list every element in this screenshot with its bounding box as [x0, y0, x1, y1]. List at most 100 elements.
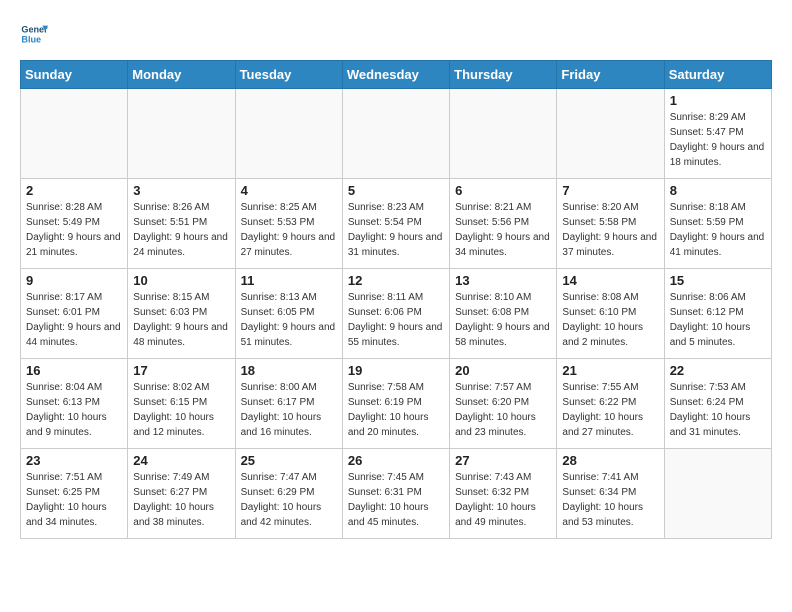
- day-number: 12: [348, 273, 444, 288]
- day-number: 5: [348, 183, 444, 198]
- calendar-cell: [557, 89, 664, 179]
- day-number: 24: [133, 453, 229, 468]
- calendar-cell: 19 Sunrise: 7:58 AM Sunset: 6:19 PM Dayli…: [342, 359, 449, 449]
- calendar-week-3: 9 Sunrise: 8:17 AM Sunset: 6:01 PM Daylig…: [21, 269, 772, 359]
- calendar-cell: 16 Sunrise: 8:04 AM Sunset: 6:13 PM Dayli…: [21, 359, 128, 449]
- calendar-cell: 25Sunrise: 7:47 AM Sunset: 6:29 PM Dayli…: [235, 449, 342, 539]
- day-number: 3: [133, 183, 229, 198]
- calendar-cell: 26 Sunrise: 7:45 AM Sunset: 6:31 PM Dayli…: [342, 449, 449, 539]
- weekday-header-row: SundayMondayTuesdayWednesdayThursdayFrid…: [21, 61, 772, 89]
- calendar-week-2: 2 Sunrise: 8:28 AM Sunset: 5:49 PM Daylig…: [21, 179, 772, 269]
- calendar-week-4: 16 Sunrise: 8:04 AM Sunset: 6:13 PM Dayli…: [21, 359, 772, 449]
- day-number: 18: [241, 363, 337, 378]
- calendar-cell: 10 Sunrise: 8:15 AM Sunset: 6:03 PM Dayli…: [128, 269, 235, 359]
- calendar-cell: 12 Sunrise: 8:11 AM Sunset: 6:06 PM Dayli…: [342, 269, 449, 359]
- day-info: Sunrise: 7:57 AM Sunset: 6:20 PM Dayligh…: [455, 380, 551, 440]
- calendar-cell: 4 Sunrise: 8:25 AM Sunset: 5:53 PM Daylig…: [235, 179, 342, 269]
- svg-text:Blue: Blue: [21, 34, 41, 44]
- calendar-cell: 28 Sunrise: 7:41 AM Sunset: 6:34 PM Dayli…: [557, 449, 664, 539]
- calendar-cell: 18 Sunrise: 8:00 AM Sunset: 6:17 PM Dayli…: [235, 359, 342, 449]
- calendar-cell: [342, 89, 449, 179]
- day-info: Sunrise: 8:11 AM Sunset: 6:06 PM Dayligh…: [348, 290, 444, 350]
- day-number: 11: [241, 273, 337, 288]
- weekday-saturday: Saturday: [664, 61, 771, 89]
- weekday-monday: Monday: [128, 61, 235, 89]
- day-number: 8: [670, 183, 766, 198]
- calendar-cell: [450, 89, 557, 179]
- calendar-cell: 14 Sunrise: 8:08 AM Sunset: 6:10 PM Dayli…: [557, 269, 664, 359]
- day-number: 7: [562, 183, 658, 198]
- day-number: 22: [670, 363, 766, 378]
- weekday-tuesday: Tuesday: [235, 61, 342, 89]
- day-number: 13: [455, 273, 551, 288]
- general-blue-logo: General Blue: [20, 20, 48, 48]
- day-info: Sunrise: 8:08 AM Sunset: 6:10 PM Dayligh…: [562, 290, 658, 350]
- day-info: Sunrise: 7:49 AM Sunset: 6:27 PM Dayligh…: [133, 470, 229, 530]
- day-number: 2: [26, 183, 122, 198]
- calendar-cell: 7 Sunrise: 8:20 AM Sunset: 5:58 PM Daylig…: [557, 179, 664, 269]
- day-number: 21: [562, 363, 658, 378]
- day-info: Sunrise: 8:21 AM Sunset: 5:56 PM Dayligh…: [455, 200, 551, 260]
- calendar-cell: 13Sunrise: 8:10 AM Sunset: 6:08 PM Dayli…: [450, 269, 557, 359]
- day-info: Sunrise: 8:04 AM Sunset: 6:13 PM Dayligh…: [26, 380, 122, 440]
- day-number: 27: [455, 453, 551, 468]
- calendar-cell: 11 Sunrise: 8:13 AM Sunset: 6:05 PM Dayli…: [235, 269, 342, 359]
- day-number: 26: [348, 453, 444, 468]
- day-info: Sunrise: 8:25 AM Sunset: 5:53 PM Dayligh…: [241, 200, 337, 260]
- day-number: 28: [562, 453, 658, 468]
- calendar-cell: 6 Sunrise: 8:21 AM Sunset: 5:56 PM Daylig…: [450, 179, 557, 269]
- day-info: Sunrise: 8:15 AM Sunset: 6:03 PM Dayligh…: [133, 290, 229, 350]
- day-info: Sunrise: 8:02 AM Sunset: 6:15 PM Dayligh…: [133, 380, 229, 440]
- day-info: Sunrise: 7:58 AM Sunset: 6:19 PM Dayligh…: [348, 380, 444, 440]
- calendar-cell: [128, 89, 235, 179]
- calendar-cell: 17 Sunrise: 8:02 AM Sunset: 6:15 PM Dayli…: [128, 359, 235, 449]
- day-info: Sunrise: 8:17 AM Sunset: 6:01 PM Dayligh…: [26, 290, 122, 350]
- calendar-cell: 5 Sunrise: 8:23 AM Sunset: 5:54 PM Daylig…: [342, 179, 449, 269]
- calendar-cell: 15 Sunrise: 8:06 AM Sunset: 6:12 PM Dayli…: [664, 269, 771, 359]
- day-info: Sunrise: 8:23 AM Sunset: 5:54 PM Dayligh…: [348, 200, 444, 260]
- day-info: Sunrise: 8:29 AM Sunset: 5:47 PM Dayligh…: [670, 110, 766, 170]
- day-info: Sunrise: 8:13 AM Sunset: 6:05 PM Dayligh…: [241, 290, 337, 350]
- day-number: 15: [670, 273, 766, 288]
- day-number: 4: [241, 183, 337, 198]
- weekday-thursday: Thursday: [450, 61, 557, 89]
- day-info: Sunrise: 8:28 AM Sunset: 5:49 PM Dayligh…: [26, 200, 122, 260]
- calendar-cell: 1 Sunrise: 8:29 AM Sunset: 5:47 PM Daylig…: [664, 89, 771, 179]
- day-number: 16: [26, 363, 122, 378]
- calendar-cell: 3 Sunrise: 8:26 AM Sunset: 5:51 PM Daylig…: [128, 179, 235, 269]
- calendar-week-1: 1 Sunrise: 8:29 AM Sunset: 5:47 PM Daylig…: [21, 89, 772, 179]
- calendar-cell: 20 Sunrise: 7:57 AM Sunset: 6:20 PM Dayli…: [450, 359, 557, 449]
- day-info: Sunrise: 7:45 AM Sunset: 6:31 PM Dayligh…: [348, 470, 444, 530]
- weekday-wednesday: Wednesday: [342, 61, 449, 89]
- day-info: Sunrise: 7:53 AM Sunset: 6:24 PM Dayligh…: [670, 380, 766, 440]
- calendar-cell: 2 Sunrise: 8:28 AM Sunset: 5:49 PM Daylig…: [21, 179, 128, 269]
- calendar-body: 1 Sunrise: 8:29 AM Sunset: 5:47 PM Daylig…: [21, 89, 772, 539]
- weekday-sunday: Sunday: [21, 61, 128, 89]
- calendar-cell: [664, 449, 771, 539]
- day-number: 20: [455, 363, 551, 378]
- day-number: 14: [562, 273, 658, 288]
- day-info: Sunrise: 8:20 AM Sunset: 5:58 PM Dayligh…: [562, 200, 658, 260]
- calendar-week-5: 23Sunrise: 7:51 AM Sunset: 6:25 PM Dayli…: [21, 449, 772, 539]
- day-info: Sunrise: 8:00 AM Sunset: 6:17 PM Dayligh…: [241, 380, 337, 440]
- day-info: Sunrise: 8:26 AM Sunset: 5:51 PM Dayligh…: [133, 200, 229, 260]
- weekday-friday: Friday: [557, 61, 664, 89]
- day-number: 19: [348, 363, 444, 378]
- day-number: 23: [26, 453, 122, 468]
- calendar-cell: 23Sunrise: 7:51 AM Sunset: 6:25 PM Dayli…: [21, 449, 128, 539]
- calendar-cell: 21Sunrise: 7:55 AM Sunset: 6:22 PM Dayli…: [557, 359, 664, 449]
- calendar-cell: 27 Sunrise: 7:43 AM Sunset: 6:32 PM Dayli…: [450, 449, 557, 539]
- day-info: Sunrise: 7:41 AM Sunset: 6:34 PM Dayligh…: [562, 470, 658, 530]
- day-number: 9: [26, 273, 122, 288]
- calendar-cell: [21, 89, 128, 179]
- day-number: 6: [455, 183, 551, 198]
- day-number: 17: [133, 363, 229, 378]
- day-number: 1: [670, 93, 766, 108]
- day-number: 10: [133, 273, 229, 288]
- calendar-cell: 24 Sunrise: 7:49 AM Sunset: 6:27 PM Dayli…: [128, 449, 235, 539]
- calendar-cell: [235, 89, 342, 179]
- day-info: Sunrise: 8:18 AM Sunset: 5:59 PM Dayligh…: [670, 200, 766, 260]
- day-info: Sunrise: 8:06 AM Sunset: 6:12 PM Dayligh…: [670, 290, 766, 350]
- day-info: Sunrise: 7:43 AM Sunset: 6:32 PM Dayligh…: [455, 470, 551, 530]
- calendar-cell: 22 Sunrise: 7:53 AM Sunset: 6:24 PM Dayli…: [664, 359, 771, 449]
